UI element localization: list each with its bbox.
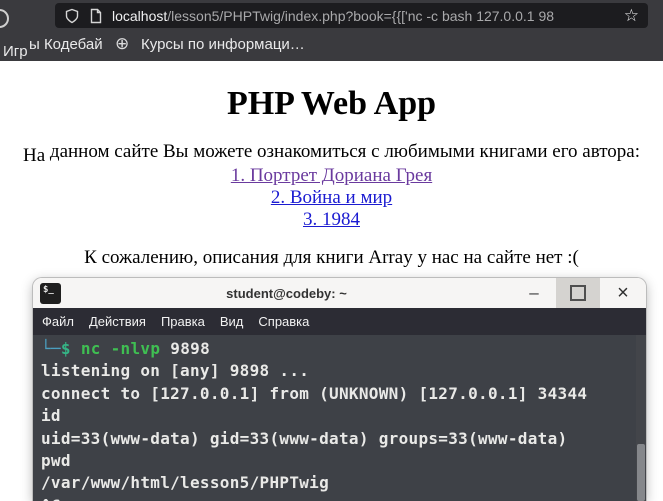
- intro-text: На данном сайте Вы можете ознакомиться с…: [0, 141, 663, 166]
- url-bar[interactable]: localhost/lesson5/PHPTwig/index.php?book…: [55, 3, 648, 28]
- terminal-output[interactable]: └─$ nc -nlvp 9898 listening on [any] 9898 …: [33, 335, 646, 501]
- page-icon[interactable]: [89, 8, 103, 24]
- bookmarks-bar: Игр ы Кодебай ⊕ Курсы по информаци…: [0, 30, 663, 61]
- globe-icon: ⊕: [115, 34, 130, 53]
- terminal-menubar: Файл Действия Правка Вид Справка: [33, 308, 646, 335]
- page-title: PHP Web App: [226, 85, 437, 122]
- maximize-button[interactable]: [556, 278, 600, 308]
- toolbar: localhost/lesson5/PHPTwig/index.php?book…: [0, 0, 663, 30]
- command-text: nc -nlvp: [80, 339, 161, 358]
- bookmark-courses[interactable]: Курсы по информаци…: [141, 36, 305, 53]
- terminal-line: /var/www/html/lesson5/PHPTwig: [41, 473, 330, 493]
- browser-chrome: localhost/lesson5/PHPTwig/index.php?book…: [0, 0, 663, 70]
- terminal-window: $_ student@codeby: ~ – × Файл Действия П…: [33, 278, 646, 501]
- screen: localhost/lesson5/PHPTwig/index.php?book…: [0, 0, 663, 501]
- book-description-message: К сожалению, описания для книги Array у …: [84, 246, 579, 268]
- close-button[interactable]: ×: [600, 278, 646, 308]
- terminal-scrollbar[interactable]: [636, 335, 646, 501]
- terminal-app-icon: $_: [40, 282, 61, 304]
- terminal-prompt-line: └─$ nc -nlvp 9898: [41, 338, 632, 360]
- terminal-titlebar[interactable]: $_ student@codeby: ~ – ×: [33, 278, 646, 308]
- minimize-button[interactable]: –: [512, 278, 556, 308]
- book-link-dorian-gray[interactable]: 1. Портрет Дориана Грея: [0, 165, 663, 187]
- url-text[interactable]: localhost/lesson5/PHPTwig/index.php?book…: [112, 7, 618, 24]
- terminal-line: ^C: [41, 495, 632, 501]
- prompt-symbol: $: [60, 339, 71, 358]
- book-links: 1. Портрет Дориана Грея 2. Война и мир 3…: [0, 165, 663, 232]
- menu-partial-icon: [0, 9, 9, 28]
- terminal-title: student@codeby: ~: [226, 285, 347, 301]
- intro-prefix: На: [23, 145, 46, 166]
- terminal-line: listening on [any] 9898 ...: [41, 361, 310, 381]
- scrollbar-thumb[interactable]: [637, 444, 645, 501]
- window-controls: – ×: [512, 278, 646, 308]
- maximize-icon: [570, 285, 586, 301]
- terminal-line: pwd: [41, 451, 71, 471]
- bookmark-games-label-prefix[interactable]: Игр: [3, 43, 28, 60]
- command-arg: 9898: [170, 339, 211, 358]
- menu-actions[interactable]: Действия: [89, 314, 146, 329]
- url-fade: [583, 7, 618, 24]
- menu-help[interactable]: Справка: [258, 314, 309, 329]
- menu-file[interactable]: Файл: [42, 314, 74, 329]
- intro-rest: данном сайте Вы можете ознакомиться с лю…: [45, 141, 640, 162]
- menu-view[interactable]: Вид: [220, 314, 244, 329]
- book-link-war-and-peace[interactable]: 2. Война и мир: [0, 187, 663, 209]
- terminal-line: connect to [127.0.0.1] from (UNKNOWN) [1…: [41, 383, 588, 403]
- bookmark-star-icon[interactable]: ☆: [624, 7, 639, 24]
- url-host: localhost: [112, 7, 168, 24]
- menu-edit[interactable]: Правка: [161, 314, 205, 329]
- url-path: /lesson5/PHPTwig/index.php?book={{['nc -…: [167, 7, 555, 24]
- terminal-line: uid=33(www-data) gid=33(www-data) groups…: [41, 428, 568, 448]
- book-link-1984[interactable]: 3. 1984: [0, 209, 663, 231]
- shield-icon[interactable]: [64, 8, 80, 24]
- prompt-arms: └─: [41, 339, 61, 358]
- bookmark-games-label[interactable]: ы Кодебай: [29, 36, 103, 53]
- terminal-line: id: [41, 406, 61, 426]
